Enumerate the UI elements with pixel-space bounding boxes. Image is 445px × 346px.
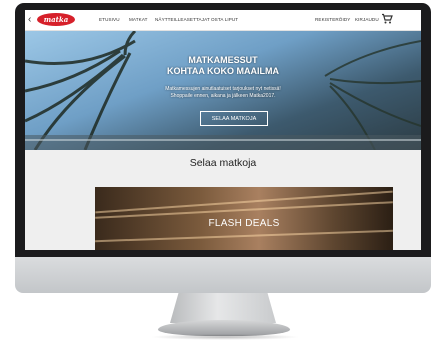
screen: ‹ matka ETUSIVU MATKAT NÄYTTEILLEASETTAJ… [25, 10, 421, 250]
section-title: Selaa matkoja [189, 157, 257, 169]
shopping-cart-icon[interactable] [381, 13, 393, 25]
nav-link-nayttelleasettajat[interactable]: NÄYTTEILLEASETTAJAT [155, 16, 210, 23]
back-chevron-icon[interactable]: ‹ [28, 14, 31, 26]
login-link[interactable]: KIRJAUDU [355, 16, 379, 23]
browse-trips-button[interactable]: SELAA MATKOJA [200, 111, 268, 126]
stand-shadow [150, 334, 300, 340]
monitor-chin [15, 257, 431, 293]
top-nav: ‹ matka ETUSIVU MATKAT NÄYTTEILLEASETTAJ… [25, 10, 421, 31]
hero-subtitle-line2: Shoppaile ennen, aikana ja jälkeen Matka… [170, 93, 276, 99]
monitor-stand-neck [170, 293, 276, 323]
register-link[interactable]: REKISTERÖIDY [315, 16, 350, 23]
hero-title-line1: MATKAMESSUT [188, 55, 258, 65]
matka-logo[interactable]: matka [37, 13, 75, 26]
nav-link-etusivu[interactable]: ETUSIVU [99, 16, 120, 23]
hero-title-line2: KOHTAA KOKO MAAILMA [167, 66, 279, 76]
flash-deals-banner[interactable]: FLASH DEALS [95, 187, 393, 250]
hero-subtitle-line1: Matkamessujen ainutlaatuiset tarjoukset … [165, 86, 281, 92]
flash-deals-label: FLASH DEALS [208, 218, 280, 229]
hero-banner: MATKAMESSUT KOHTAA KOKO MAAILMA Matkames… [25, 31, 421, 150]
nav-link-osta-liput[interactable]: OSTA LIPUT [211, 16, 238, 23]
imac-monitor: ‹ matka ETUSIVU MATKAT NÄYTTEILLEASETTAJ… [15, 3, 431, 293]
nav-link-matkat[interactable]: MATKAT [129, 16, 148, 23]
light-streak [95, 229, 393, 243]
